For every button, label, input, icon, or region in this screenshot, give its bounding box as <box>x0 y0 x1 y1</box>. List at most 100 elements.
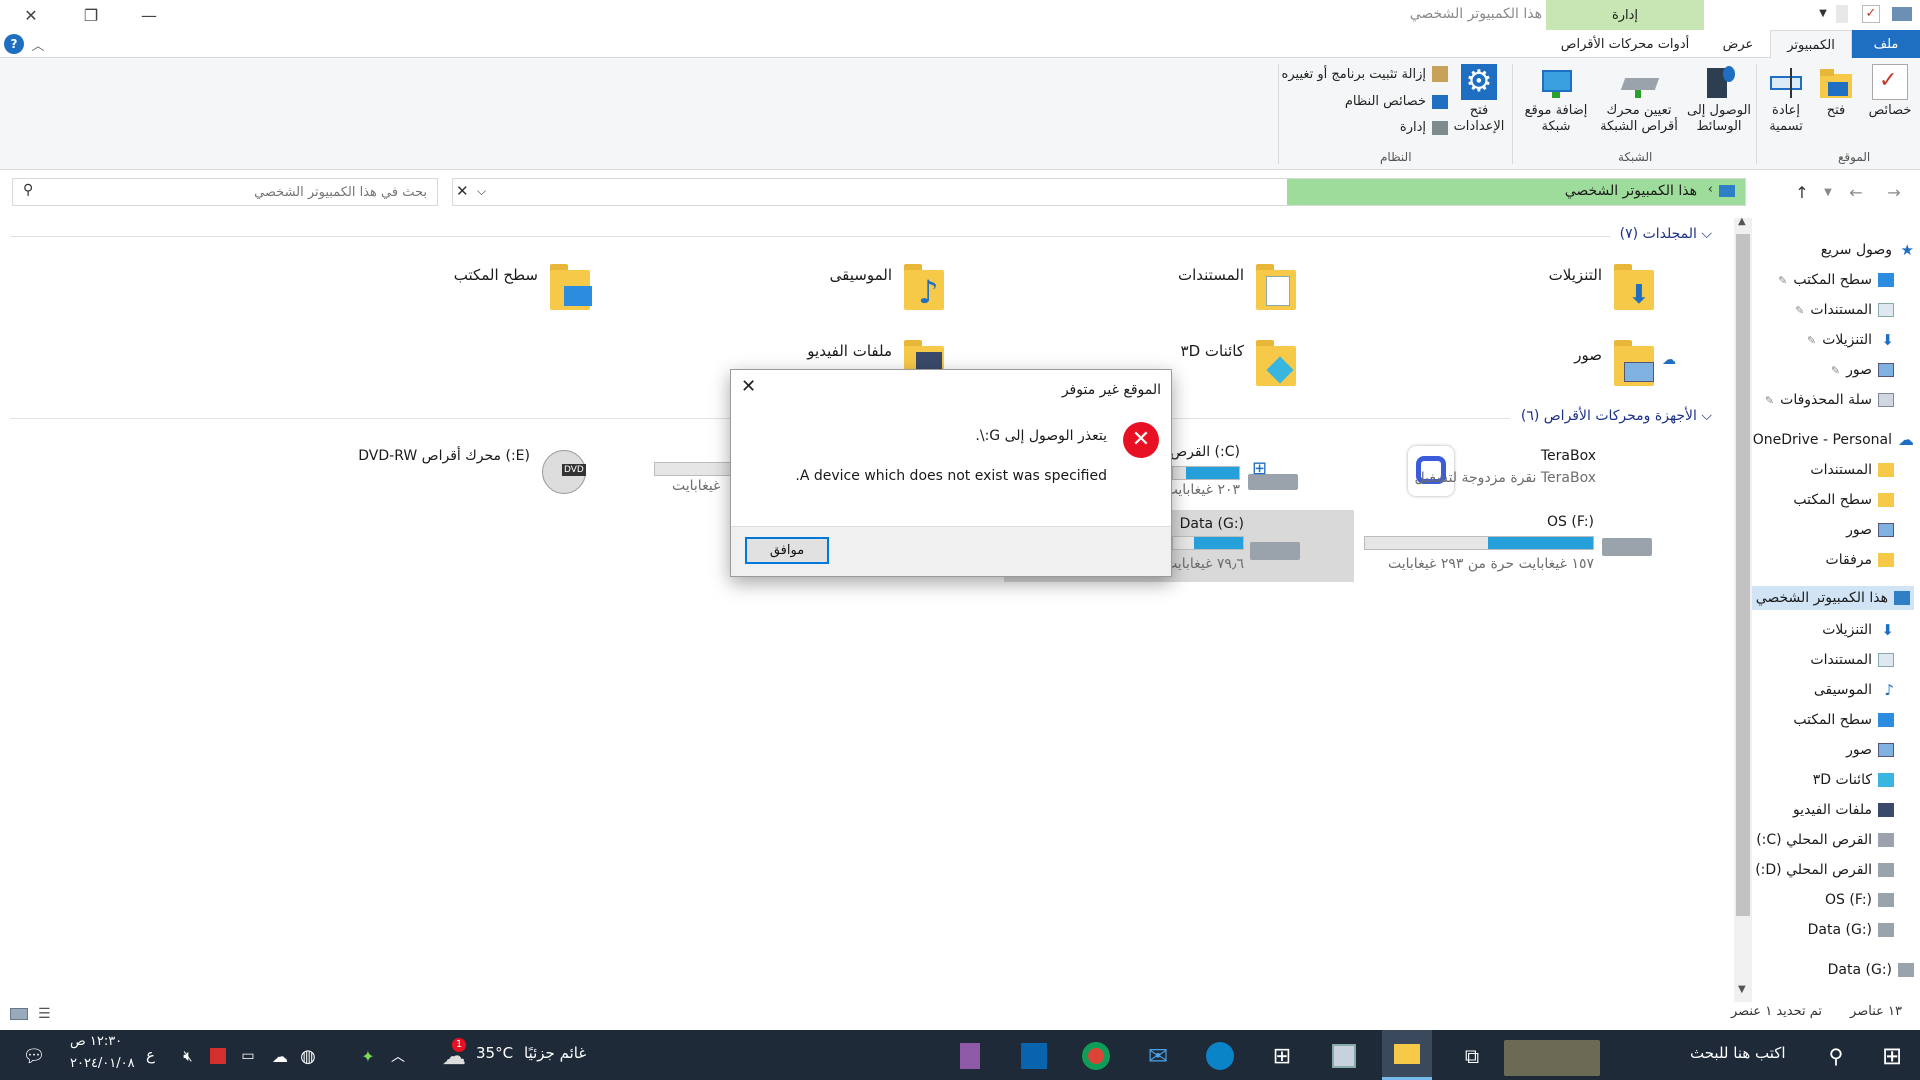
ok-button[interactable]: موافق <box>745 537 829 564</box>
nav-od-pictures[interactable]: صور <box>1846 518 1894 542</box>
qat-explorer-icon[interactable] <box>1892 7 1912 21</box>
volume-muted-icon[interactable]: 🔇︎ <box>168 1036 208 1076</box>
qat-dropdown-icon[interactable]: ▼ <box>1814 5 1832 23</box>
ribbon-collapse-icon[interactable]: ︿ <box>28 30 48 58</box>
nav-quick-access[interactable]: ★ وصول سريع <box>1821 238 1914 262</box>
folder-documents[interactable]: المستندات <box>1040 262 1300 312</box>
forward-arrow-icon[interactable]: → <box>1884 182 1904 202</box>
file-explorer-taskbar-icon[interactable] <box>1382 1030 1432 1080</box>
search-input[interactable] <box>43 182 439 202</box>
maximize-icon[interactable]: ❐ <box>68 0 114 30</box>
folder-downloads[interactable]: ⬇ التنزيلات <box>1398 262 1658 312</box>
tab-computer[interactable]: الكمبيوتر <box>1770 30 1852 59</box>
chrome-taskbar-icon[interactable] <box>1076 1036 1116 1076</box>
outlook-taskbar-icon[interactable] <box>1014 1036 1054 1076</box>
nav-scrollbar-thumb[interactable] <box>1736 234 1750 916</box>
system-properties-label: خصائص النظام <box>1344 94 1426 109</box>
desktop-folder-icon <box>548 262 594 312</box>
tab-view[interactable]: عرض <box>1712 30 1764 58</box>
drive-f[interactable]: OS (F:) ١٥٧ غيغابايت حرة من ٢٩٣ غيغابايت <box>1360 512 1660 572</box>
tab-file[interactable]: ملف <box>1852 30 1920 58</box>
edge-taskbar-icon[interactable] <box>1200 1036 1240 1076</box>
nav-os-f[interactable]: OS (F:) <box>1825 888 1894 912</box>
search-box[interactable]: ⚲ <box>12 178 439 206</box>
nav-qa-desktop[interactable]: سطح المكتب ✎ <box>1778 268 1894 292</box>
nav-pc-videos[interactable]: ملفات الفيديو <box>1793 798 1894 822</box>
qat-blank-icon[interactable] <box>1836 5 1848 23</box>
properties-button[interactable]: ✓ خصائص <box>1862 64 1918 119</box>
nav-qa-downloads[interactable]: ⬇ التنزيلات ✎ <box>1807 328 1894 352</box>
details-view-icon[interactable] <box>10 1008 28 1020</box>
folders-section-header[interactable]: ⌵ المجلدات (٧) <box>1620 226 1712 242</box>
nav-pc-3d[interactable]: كائنات ٣D <box>1813 768 1894 792</box>
recent-locations-icon[interactable]: ▼ <box>1818 182 1838 202</box>
drive-terabox[interactable]: TeraBox TeraBox نقرة مزدوجة لتشغيل <box>1400 444 1660 500</box>
drive-c[interactable]: ⊞ (C:) القرص ٢٠٣ غيغابايت <box>1165 444 1302 500</box>
drive-icon <box>1878 863 1894 877</box>
manage-contextual-tab[interactable]: إدارة <box>1546 0 1704 30</box>
map-drive-button[interactable]: تعيين محرك أقراص الشبكة <box>1596 64 1682 135</box>
nav-pc-music[interactable]: ♪ الموسيقى <box>1814 678 1894 702</box>
app-taskbar-icon[interactable] <box>1324 1036 1364 1076</box>
input-language[interactable]: ع <box>146 1046 155 1064</box>
folder-music[interactable]: ♪ الموسيقى <box>688 262 948 312</box>
add-location-label-1: إضافة موقع <box>1524 103 1588 118</box>
drive-dvd[interactable]: DVD (E:) محرك أقراص DVD-RW <box>350 444 600 500</box>
list-view-icon[interactable]: ☰ <box>38 1006 51 1022</box>
manage-button[interactable]: إدارة <box>1280 120 1448 135</box>
add-network-location-button[interactable]: إضافة موقع شبكة <box>1518 64 1594 135</box>
address-bar[interactable]: ‹ هذا الكمبيوتر الشخصي ⌵ ✕ <box>452 178 1746 206</box>
nav-pc-pictures[interactable]: صور <box>1846 738 1894 762</box>
system-properties-button[interactable]: خصائص النظام <box>1280 94 1448 109</box>
devices-section-header[interactable]: ⌵ الأجهزة ومحركات الأقراص (٦) <box>1521 408 1712 424</box>
nav-local-c[interactable]: القرص المحلي (C:) <box>1756 828 1894 852</box>
collapse-chevron-icon: ⌵ <box>1696 408 1712 424</box>
winrar-taskbar-icon[interactable] <box>950 1036 990 1076</box>
open-settings-button[interactable]: ⚙ فتح الإعدادات <box>1448 64 1510 135</box>
3d-objects-folder-icon <box>1254 338 1300 388</box>
nav-od-documents[interactable]: المستندات <box>1810 458 1894 482</box>
tray-app-icon[interactable]: ✦ <box>348 1036 388 1076</box>
nav-data-g[interactable]: Data (G:) <box>1808 918 1894 942</box>
notification-center-icon[interactable]: 💬︎ <box>14 1036 54 1076</box>
close-icon[interactable]: ✕ <box>8 0 54 30</box>
nav-pc-downloads[interactable]: ⬇ التنزيلات <box>1822 618 1894 642</box>
nav-od-attachments[interactable]: مرفقات <box>1826 548 1894 572</box>
clear-address-icon[interactable]: ✕ <box>456 182 469 200</box>
nav-this-pc[interactable]: هذا الكمبيوتر الشخصي <box>1751 586 1914 610</box>
help-icon[interactable]: ? <box>4 34 24 54</box>
task-view-icon[interactable]: ⧉ <box>1452 1036 1492 1076</box>
open-button[interactable]: فتح <box>1812 64 1860 119</box>
up-arrow-icon[interactable]: ↑ <box>1792 182 1812 202</box>
scroll-down-icon[interactable]: ▼ <box>1738 984 1746 995</box>
back-arrow-icon[interactable]: ← <box>1846 182 1866 202</box>
uninstall-program-button[interactable]: إزالة تثبيت برنامج أو تغييره <box>1280 66 1448 82</box>
store-taskbar-icon[interactable]: ⊞ <box>1262 1036 1302 1076</box>
nav-pc-documents[interactable]: المستندات <box>1810 648 1894 672</box>
scroll-up-icon[interactable]: ▲ <box>1738 216 1746 227</box>
nav-qa-documents[interactable]: المستندات ✎ <box>1795 298 1894 322</box>
nav-qa-recycle[interactable]: سلة المحذوفات ✎ <box>1765 388 1894 412</box>
clock-time[interactable]: ١٢:٣٠ ص <box>70 1034 122 1049</box>
nav-pc-desktop[interactable]: سطح المكتب <box>1793 708 1894 732</box>
weather-description: غائم جزئيًا <box>524 1044 587 1062</box>
nav-od-desktop[interactable]: سطح المكتب <box>1793 488 1894 512</box>
tab-drive-tools[interactable]: أدوات محركات الأقراص <box>1546 30 1704 58</box>
dialog-close-icon[interactable]: ✕ <box>741 376 756 397</box>
mail-taskbar-icon[interactable]: ✉ <box>1138 1036 1178 1076</box>
start-windows-icon[interactable]: ⊞ <box>1872 1036 1912 1076</box>
nav-onedrive[interactable]: ☁ OneDrive - Personal <box>1753 428 1914 452</box>
address-dropdown-icon[interactable]: ⌵ <box>477 184 486 199</box>
minimize-icon[interactable]: — <box>126 0 172 30</box>
folder-desktop[interactable]: سطح المكتب <box>334 262 594 312</box>
qat-properties-icon[interactable]: ✓ <box>1862 5 1880 23</box>
nav-qa-pictures[interactable]: صور ✎ <box>1831 358 1894 382</box>
nav-pc-desktop-label: سطح المكتب <box>1793 712 1872 728</box>
rename-button[interactable]: إعادة تسمية <box>1760 64 1812 135</box>
nav-data-g-2[interactable]: Data (G:) <box>1828 958 1914 982</box>
nav-local-d[interactable]: القرص المحلي (D:) <box>1755 858 1894 882</box>
drive-g-usage-bar <box>1172 536 1244 550</box>
clock-date[interactable]: ٢٠٢٤/٠١/٠٨ <box>70 1056 135 1071</box>
access-media-button[interactable]: الوصول إلى الوسائط <box>1684 64 1754 135</box>
folder-pictures[interactable]: صور ☁ <box>1398 338 1676 388</box>
